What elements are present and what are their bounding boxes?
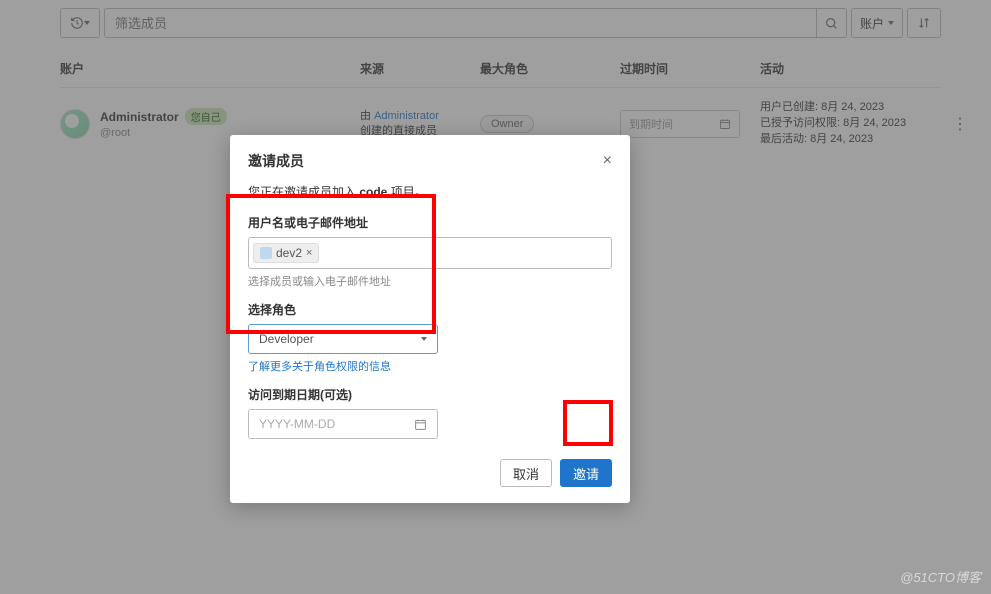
user-chip-label: dev2 <box>276 246 302 260</box>
expiry-date-input[interactable]: YYYY-MM-DD <box>248 409 438 439</box>
role-select[interactable]: Developer <box>248 324 438 354</box>
role-field-label: 选择角色 <box>248 301 612 318</box>
close-icon[interactable]: × <box>603 152 612 170</box>
chevron-down-icon <box>421 337 427 341</box>
date-placeholder: YYYY-MM-DD <box>259 417 335 431</box>
user-chip-avatar-icon <box>260 247 272 259</box>
modal-actions: 取消 邀请 <box>248 459 612 487</box>
invite-button[interactable]: 邀请 <box>560 459 612 487</box>
date-field-label: 访问到期日期(可选) <box>248 386 612 403</box>
user-chip: dev2 × <box>253 243 319 263</box>
user-field-label: 用户名或电子邮件地址 <box>248 214 612 231</box>
calendar-icon <box>414 418 427 431</box>
user-help-text: 选择成员或输入电子邮件地址 <box>248 273 612 289</box>
chip-remove-icon[interactable]: × <box>306 247 312 259</box>
modal-title: 邀请成员 <box>248 151 304 171</box>
role-select-value: Developer <box>259 332 314 346</box>
watermark: @51CTO博客 <box>900 567 981 586</box>
modal-description: 您正在邀请成员加入 code 项目。 <box>248 183 612 200</box>
invite-modal: 邀请成员 × 您正在邀请成员加入 code 项目。 用户名或电子邮件地址 dev… <box>230 135 630 503</box>
role-info-link[interactable]: 了解更多关于角色权限的信息 <box>248 358 612 374</box>
cancel-button[interactable]: 取消 <box>500 459 552 487</box>
user-token-field[interactable]: dev2 × <box>248 237 612 269</box>
